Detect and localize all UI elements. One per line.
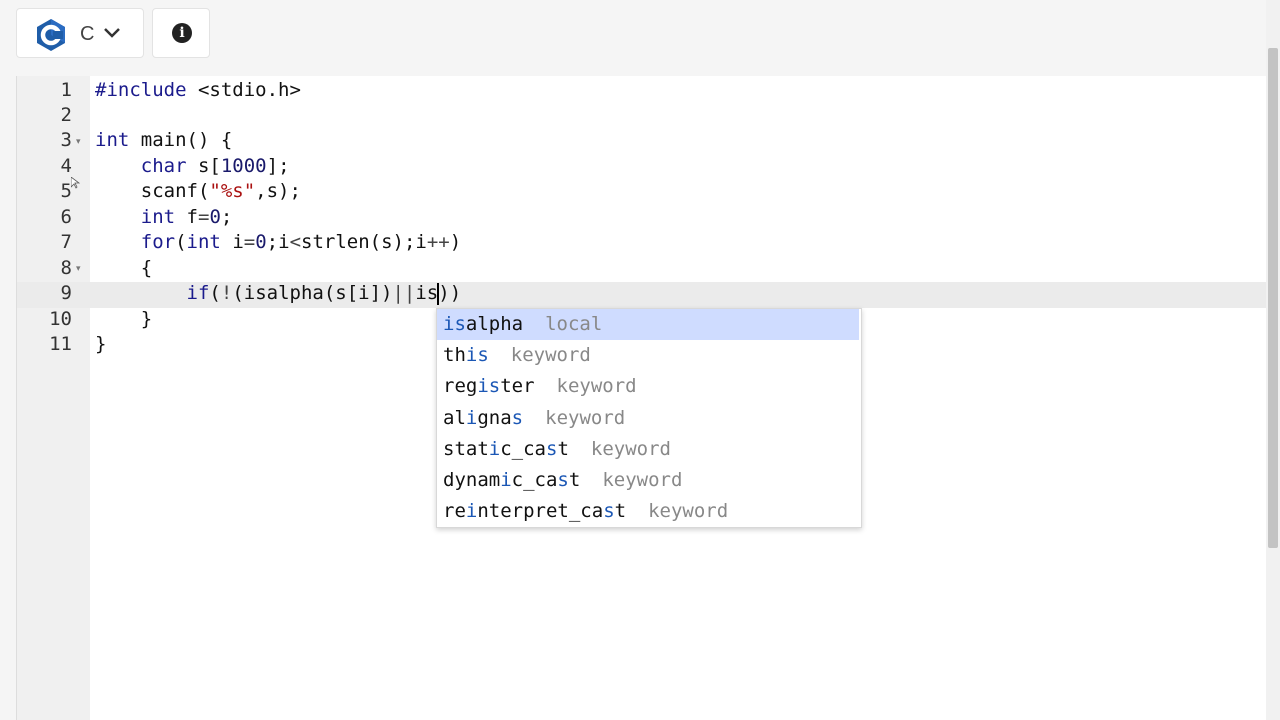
code-line-9: if(!(isalpha(s[i])||is)) xyxy=(186,282,462,305)
fold-toggle-icon[interactable]: ▾ xyxy=(76,263,86,273)
info-button[interactable]: i xyxy=(152,8,210,58)
toolbar: C i xyxy=(0,0,1280,76)
code-line-6: int f=0; xyxy=(140,206,233,228)
language-label: C xyxy=(80,23,95,45)
autocomplete-item[interactable]: alignas keyword xyxy=(437,403,859,434)
c-language-logo-icon xyxy=(37,19,65,51)
autocomplete-item[interactable]: register keyword xyxy=(437,371,859,402)
code-line-8: { xyxy=(95,257,153,279)
autocomplete-popup: isalpha local this keyword register keyword… xyxy=(436,308,862,528)
autocomplete-item[interactable]: isalpha local xyxy=(437,309,859,340)
line-number: 3 xyxy=(60,129,72,151)
line-number: 11 xyxy=(49,333,72,355)
code-line-11: } xyxy=(95,333,107,355)
code-line-7: for(int i=0;i<strlen(s);i++) xyxy=(140,231,462,253)
line-number: 9 xyxy=(60,282,72,304)
language-selector-button[interactable]: C xyxy=(16,8,144,58)
vertical-scrollbar[interactable] xyxy=(1266,0,1280,720)
autocomplete-item[interactable]: static_cast keyword xyxy=(437,434,859,465)
line-number: 2 xyxy=(60,104,72,126)
line-number: 5 xyxy=(60,180,72,202)
autocomplete-item[interactable]: reinterpret_cast keyword xyxy=(437,496,859,527)
autocomplete-item[interactable]: dynamic_cast keyword xyxy=(437,465,859,496)
line-number: 7 xyxy=(60,231,72,253)
code-line-5: scanf("%s",s); xyxy=(95,180,301,202)
code-line-10: } xyxy=(95,308,153,330)
code-line-1: #include <stdio.h> xyxy=(95,79,301,101)
mouse-pointer-icon xyxy=(71,177,80,189)
line-number: 4 xyxy=(60,155,72,177)
scrollbar-thumb[interactable] xyxy=(1268,48,1278,548)
line-number: 6 xyxy=(60,206,72,228)
code-line-4: char s[1000]; xyxy=(140,155,290,177)
text-cursor xyxy=(437,282,440,305)
chevron-down-icon xyxy=(104,28,120,38)
code-line-3: int main() { xyxy=(95,129,233,151)
info-icon: i xyxy=(172,23,192,43)
autocomplete-item[interactable]: this keyword xyxy=(437,340,859,371)
line-number: 1 xyxy=(60,79,72,101)
fold-toggle-icon[interactable]: ▾ xyxy=(76,136,86,146)
line-number: 8 xyxy=(60,257,72,279)
line-number: 10 xyxy=(49,308,72,330)
